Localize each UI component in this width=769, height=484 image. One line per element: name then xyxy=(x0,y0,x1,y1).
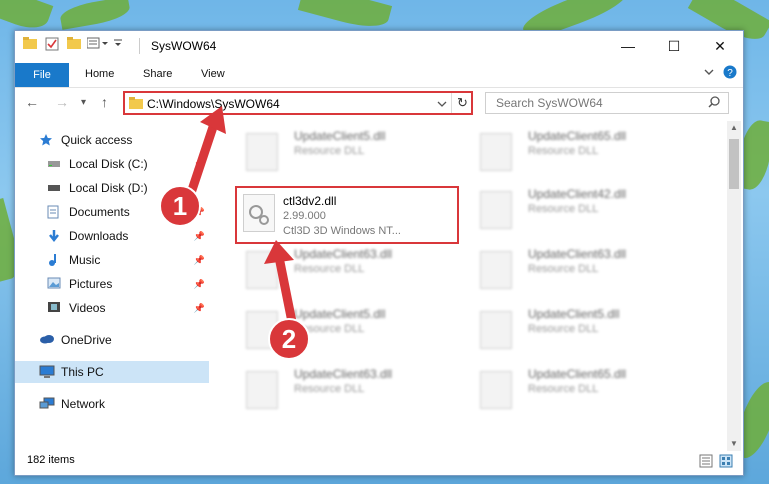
step-2-badge: 2 xyxy=(268,318,310,360)
step-1-badge: 1 xyxy=(159,185,201,227)
annotation-arrows xyxy=(185,106,297,327)
